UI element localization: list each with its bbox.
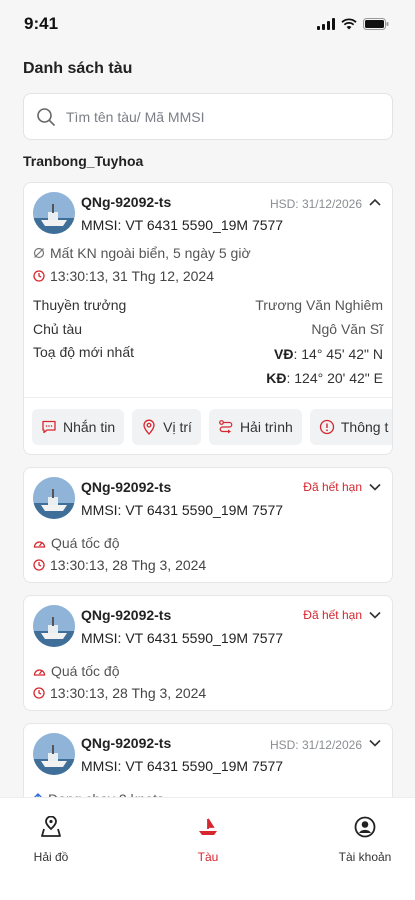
vessel-card-header[interactable]: QNg-92092-ts MMSI: VT 6431 5590_19M 7577…	[24, 724, 392, 775]
alert-text: Quá tốc độ	[51, 663, 120, 679]
longitude: KĐ: 124° 20' 42" E	[266, 370, 383, 386]
wifi-icon	[341, 18, 357, 30]
detail-label: Thuyền trưởng	[33, 297, 127, 313]
ship-icon	[199, 818, 217, 835]
chevron-up-icon[interactable]	[368, 195, 382, 209]
route-label: Hải trình	[239, 419, 293, 435]
vessel-mmsi: MMSI: VT 6431 5590_19M 7577	[81, 217, 284, 233]
detail-value: Ngô Văn Sĩ	[311, 321, 383, 337]
route-icon	[219, 420, 233, 434]
detail-label: Toạ độ mới nhất	[33, 344, 135, 360]
expired-status: Đã hết hạn	[303, 608, 362, 622]
nav-label: Hải đồ	[33, 850, 69, 864]
time-line: 13:30:13, 28 Thg 3, 2024	[33, 557, 206, 573]
vessel-mmsi: MMSI: VT 6431 5590_19M 7577	[81, 502, 284, 518]
vessel-avatar	[33, 192, 75, 234]
nav-label: Tàu	[197, 850, 219, 864]
time-text: 13:30:13, 28 Thg 3, 2024	[50, 557, 207, 573]
action-row: Nhắn tin Vị trí Hải trình Thông t	[32, 409, 392, 445]
vessel-name: QNg-92092-ts	[81, 479, 172, 495]
chevron-down-icon[interactable]	[368, 608, 382, 622]
battery-icon	[363, 18, 389, 30]
time-line: 13:30:13, 28 Thg 3, 2024	[33, 685, 206, 701]
vessel-name: QNg-92092-ts	[81, 607, 172, 623]
info-icon	[319, 419, 335, 435]
owner-row: Chủ tàu Ngô Văn Sĩ	[33, 321, 383, 337]
vessel-avatar	[33, 733, 75, 775]
vessel-card[interactable]: QNg-92092-ts MMSI: VT 6431 5590_19M 7577…	[23, 467, 393, 583]
latitude-label: VĐ	[274, 346, 294, 362]
search-input[interactable]	[66, 108, 366, 125]
signal-icon	[317, 18, 335, 30]
vessel-card[interactable]: QNg-92092-ts MMSI: VT 6431 5590_19M 7577…	[23, 182, 393, 455]
vessel-mmsi: MMSI: VT 6431 5590_19M 7577	[81, 630, 284, 646]
location-pin-icon	[143, 419, 155, 435]
vessel-card-header[interactable]: QNg-92092-ts MMSI: VT 6431 5590_19M 7577…	[24, 468, 392, 519]
account-icon	[354, 816, 376, 838]
nav-item-vessels[interactable]: Tàu	[163, 816, 253, 864]
time-text: 13:30:13, 28 Thg 3, 2024	[50, 685, 207, 701]
message-label: Nhắn tin	[63, 419, 116, 435]
clock-icon	[33, 559, 45, 571]
alert-line: Quá tốc độ	[33, 535, 120, 551]
status-bar: 9:41	[0, 0, 415, 48]
signal-lost-icon	[33, 247, 45, 259]
nav-item-account[interactable]: Tài khoản	[320, 816, 410, 864]
page-title: Danh sách tàu	[23, 60, 133, 77]
detail-value: Trương Văn Nghiêm	[255, 297, 383, 313]
info-label: Thông t	[340, 419, 389, 435]
latitude-value: : 14° 45' 42" N	[293, 346, 383, 362]
vessel-card-header[interactable]: QNg-92092-ts MMSI: VT 6431 5590_19M 7577…	[24, 596, 392, 647]
clock-icon	[33, 687, 45, 699]
chevron-down-icon[interactable]	[368, 736, 382, 750]
message-button[interactable]: Nhắn tin	[32, 409, 125, 445]
vessel-name: QNg-92092-ts	[81, 735, 172, 751]
alert-text: Mất KN ngoài biển, 5 ngày 5 giờ	[50, 245, 251, 261]
speed-icon	[33, 541, 46, 548]
vessel-name: QNg-92092-ts	[81, 194, 172, 210]
expired-status: Đã hết hạn	[303, 480, 362, 494]
longitude-label: KĐ	[266, 370, 287, 386]
time-text: 13:30:13, 31 Thg 12, 2024	[50, 268, 214, 284]
vessel-card-header[interactable]: QNg-92092-ts MMSI: VT 6431 5590_19M 7577…	[24, 183, 392, 234]
route-button[interactable]: Hải trình	[208, 409, 302, 445]
speed-icon	[33, 669, 46, 676]
location-label: Vị trí	[163, 419, 192, 435]
bottom-nav: Hải đồ Tàu Tài khoản	[0, 797, 415, 900]
chevron-down-icon[interactable]	[368, 480, 382, 494]
status-time: 9:41	[24, 14, 59, 33]
longitude-value: : 124° 20' 42" E	[286, 370, 383, 386]
vessel-card[interactable]: QNg-92092-ts MMSI: VT 6431 5590_19M 7577…	[23, 595, 393, 711]
nav-label: Tài khoản	[338, 850, 392, 864]
expiry-date: HSD: 31/12/2026	[269, 738, 362, 752]
vessel-avatar	[33, 477, 75, 519]
nav-item-chart[interactable]: Hải đồ	[6, 816, 96, 864]
chat-icon	[42, 420, 56, 434]
time-line: 13:30:13, 31 Thg 12, 2024	[33, 268, 214, 284]
alert-line: Mất KN ngoài biển, 5 ngày 5 giờ	[33, 245, 251, 261]
detail-label: Chủ tàu	[33, 321, 83, 337]
alert-text: Quá tốc độ	[51, 535, 120, 551]
clock-icon	[33, 270, 45, 282]
status-icons	[317, 18, 389, 30]
group-title: Tranbong_Tuyhoa	[23, 153, 144, 169]
alert-line: Quá tốc độ	[33, 663, 120, 679]
location-button[interactable]: Vị trí	[132, 409, 201, 445]
search-icon	[37, 107, 55, 126]
divider	[24, 397, 392, 398]
map-pin-icon	[41, 816, 61, 837]
info-button[interactable]: Thông t	[309, 409, 392, 445]
search-box[interactable]	[23, 93, 393, 140]
vessel-avatar	[33, 605, 75, 647]
vessel-mmsi: MMSI: VT 6431 5590_19M 7577	[81, 758, 284, 774]
expiry-date: HSD: 31/12/2026	[269, 197, 362, 211]
latitude: VĐ: 14° 45' 42" N	[274, 346, 383, 362]
captain-row: Thuyền trưởng Trương Văn Nghiêm	[33, 297, 383, 313]
